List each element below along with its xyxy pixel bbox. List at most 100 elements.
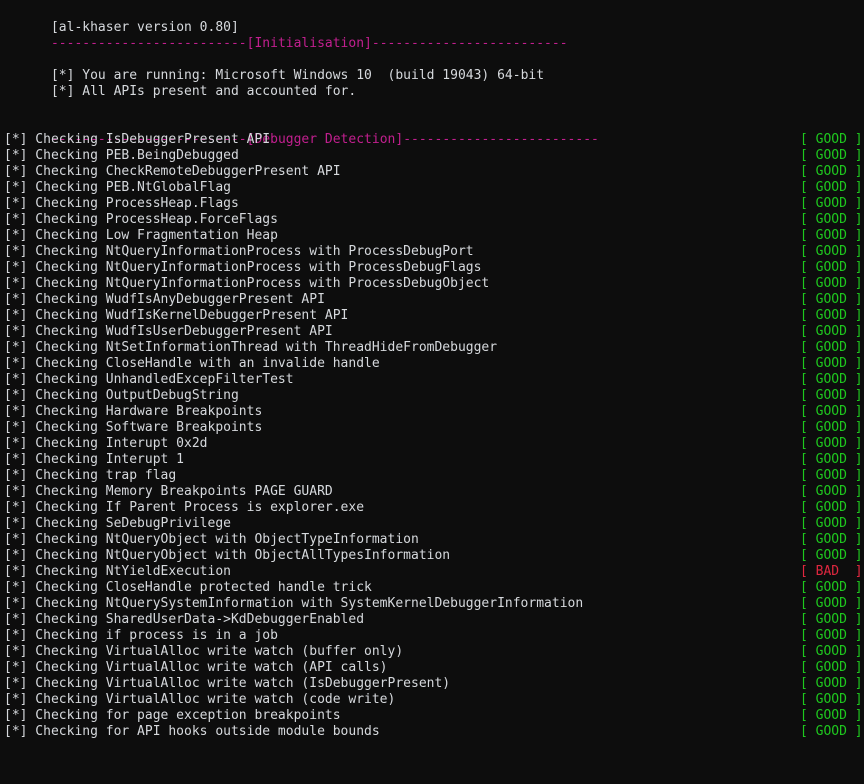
status-badge-good: [ GOOD ] [800, 308, 863, 323]
check-label: [*] Checking NtQueryInformationProcess w… [4, 276, 490, 291]
check-row: [*] Checking for API hooks outside modul… [4, 724, 864, 740]
check-label: [*] Checking WudfIsUserDebuggerPresent A… [4, 324, 333, 339]
status-badge-bad: [ BAD ] [800, 564, 863, 579]
status-badge-good: [ GOOD ] [800, 612, 863, 627]
check-label: [*] Checking SharedUserData->KdDebuggerE… [4, 612, 365, 627]
check-label: [*] Checking Memory Breakpoints PAGE GUA… [4, 484, 333, 499]
check-label: [*] Checking VirtualAlloc write watch (c… [4, 692, 396, 707]
check-row: [*] Checking WudfIsKernelDebuggerPresent… [4, 308, 864, 324]
status-badge-good: [ GOOD ] [800, 676, 863, 691]
section-banner-debugger-detection: -------------------------[Debugger Detec… [4, 116, 864, 147]
check-row: [*] Checking WudfIsUserDebuggerPresent A… [4, 324, 864, 340]
check-row: [*] Checking CheckRemoteDebuggerPresent … [4, 164, 864, 180]
check-row: [*] Checking NtQueryInformationProcess w… [4, 260, 864, 276]
check-label: [*] Checking Interupt 0x2d [4, 436, 208, 451]
status-badge-good: [ GOOD ] [800, 660, 863, 675]
status-badge-good: [ GOOD ] [800, 724, 863, 739]
status-badge-good: [ GOOD ] [800, 324, 863, 339]
check-row: [*] Checking Memory Breakpoints PAGE GUA… [4, 484, 864, 500]
check-row: [*] Checking ProcessHeap.Flags [ GOOD ] [4, 196, 864, 212]
check-label: [*] Checking Hardware Breakpoints [4, 404, 263, 419]
status-badge-good: [ GOOD ] [800, 484, 863, 499]
status-badge-good: [ GOOD ] [800, 580, 863, 595]
check-row: [*] Checking CloseHandle protected handl… [4, 580, 864, 596]
check-row: [*] Checking WudfIsAnyDebuggerPresent AP… [4, 292, 864, 308]
check-label: [*] Checking NtQueryInformationProcess w… [4, 244, 474, 259]
status-badge-good: [ GOOD ] [800, 708, 863, 723]
check-row: [*] Checking IsDebuggerPresent API [ GOOD… [4, 132, 864, 148]
check-row: [*] Checking if process is in a job [ GOO… [4, 628, 864, 644]
check-label: [*] Checking Low Fragmentation Heap [4, 228, 278, 243]
check-label: [*] Checking CloseHandle protected handl… [4, 580, 372, 595]
check-label: [*] Checking NtQueryObject with ObjectTy… [4, 532, 419, 547]
status-badge-good: [ GOOD ] [800, 452, 863, 467]
check-row: [*] Checking NtQueryObject with ObjectAl… [4, 548, 864, 564]
check-row: [*] Checking NtQueryObject with ObjectTy… [4, 532, 864, 548]
check-label: [*] Checking ProcessHeap.ForceFlags [4, 212, 278, 227]
debugger-check-list: [*] Checking IsDebuggerPresent API [ GOOD… [4, 132, 864, 740]
check-row: [*] Checking NtQueryInformationProcess w… [4, 244, 864, 260]
check-row: [*] Checking If Parent Process is explor… [4, 500, 864, 516]
check-label: [*] Checking If Parent Process is explor… [4, 500, 365, 515]
check-label: [*] Checking NtQuerySystemInformation wi… [4, 596, 584, 611]
check-row: [*] Checking Interupt 0x2d [ GOOD ] [4, 436, 864, 452]
check-row: [*] Checking Interupt 1 [ GOOD ] [4, 452, 864, 468]
status-badge-good: [ GOOD ] [800, 628, 863, 643]
check-label: [*] Checking VirtualAlloc write watch (b… [4, 644, 404, 659]
status-badge-good: [ GOOD ] [800, 436, 863, 451]
status-badge-good: [ GOOD ] [800, 276, 863, 291]
check-row: [*] Checking SeDebugPrivilege [ GOOD ] [4, 516, 864, 532]
check-label: [*] Checking WudfIsKernelDebuggerPresent… [4, 308, 349, 323]
check-row: [*] Checking for page exception breakpoi… [4, 708, 864, 724]
check-label: [*] Checking VirtualAlloc write watch (A… [4, 660, 388, 675]
check-row: [*] Checking VirtualAlloc write watch (c… [4, 692, 864, 708]
status-badge-good: [ GOOD ] [800, 548, 863, 563]
status-badge-good: [ GOOD ] [800, 244, 863, 259]
check-label: [*] Checking VirtualAlloc write watch (I… [4, 676, 451, 691]
check-row: [*] Checking NtYieldExecution [ BAD ] [4, 564, 864, 580]
status-badge-good: [ GOOD ] [800, 164, 863, 179]
terminal-title-line: [al-khaser version 0.80] [4, 4, 864, 35]
status-badge-good: [ GOOD ] [800, 260, 863, 275]
check-row: [*] Checking VirtualAlloc write watch (I… [4, 676, 864, 692]
check-label: [*] Checking Interupt 1 [4, 452, 185, 467]
check-row: [*] Checking NtQueryInformationProcess w… [4, 276, 864, 292]
check-label: [*] Checking IsDebuggerPresent API [4, 132, 271, 147]
check-row: [*] Checking NtQuerySystemInformation wi… [4, 596, 864, 612]
status-badge-good: [ GOOD ] [800, 468, 863, 483]
status-badge-good: [ GOOD ] [800, 420, 863, 435]
analysis-footer-line: Analysis done, I hope you didn't get red… [4, 772, 864, 784]
check-label: [*] Checking SeDebugPrivilege [4, 516, 231, 531]
check-label: [*] Checking trap flag [4, 468, 177, 483]
section-banner-initialisation: -------------------------[Initialisation… [4, 20, 864, 51]
status-badge-good: [ GOOD ] [800, 500, 863, 515]
check-label: [*] Checking if process is in a job [4, 628, 278, 643]
check-label: [*] Checking NtQueryInformationProcess w… [4, 260, 482, 275]
check-row: [*] Checking Software Breakpoints [ GOOD … [4, 420, 864, 436]
check-row: [*] Checking VirtualAlloc write watch (A… [4, 660, 864, 676]
check-row: [*] Checking ProcessHeap.ForceFlags [ GOO… [4, 212, 864, 228]
check-row: [*] Checking OutputDebugString [ GOOD ] [4, 388, 864, 404]
check-row: [*] Checking PEB.BeingDebugged [ GOOD ] [4, 148, 864, 164]
check-label: [*] Checking for API hooks outside modul… [4, 724, 380, 739]
check-row: [*] Checking Low Fragmentation Heap [ GOO… [4, 228, 864, 244]
status-badge-good: [ GOOD ] [800, 596, 863, 611]
status-badge-good: [ GOOD ] [800, 388, 863, 403]
status-badge-good: [ GOOD ] [800, 340, 863, 355]
check-label: [*] Checking for page exception breakpoi… [4, 708, 341, 723]
status-badge-good: [ GOOD ] [800, 180, 863, 195]
status-badge-good: [ GOOD ] [800, 644, 863, 659]
status-badge-good: [ GOOD ] [800, 356, 863, 371]
check-row: [*] Checking trap flag [ GOOD ] [4, 468, 864, 484]
log-line: [*] All APIs present and accounted for. [4, 68, 864, 99]
check-label: [*] Checking PEB.BeingDebugged [4, 148, 239, 163]
check-row: [*] Checking Hardware Breakpoints [ GOOD … [4, 404, 864, 420]
check-row: [*] Checking NtSetInformationThread with… [4, 340, 864, 356]
check-label: [*] Checking UnhandledExcepFilterTest [4, 372, 294, 387]
check-label: [*] Checking WudfIsAnyDebuggerPresent AP… [4, 292, 325, 307]
